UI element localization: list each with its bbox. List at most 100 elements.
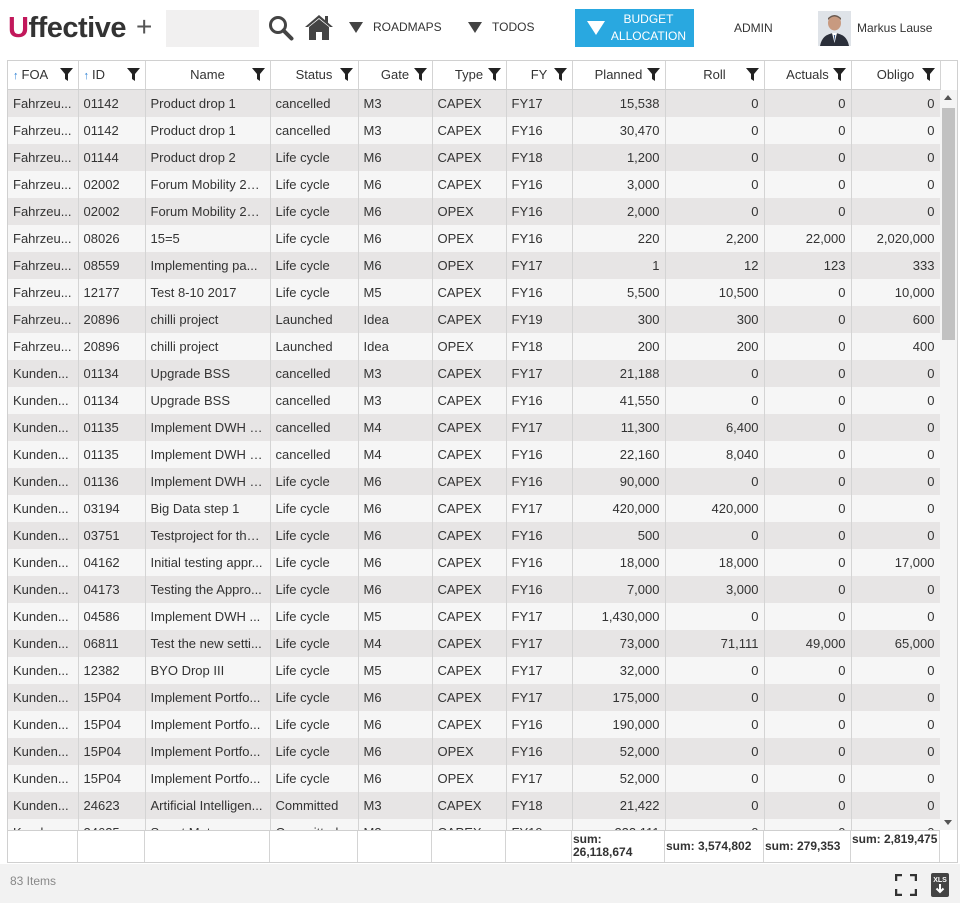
cell-gate[interactable]: Idea [358, 305, 433, 333]
column-header-foa[interactable]: ↑ FOA [8, 61, 79, 90]
table-row[interactable]: Fahrzeu... 01142 Product drop 1 cancelled M3… [8, 89, 941, 117]
cell-obligo[interactable]: 0 [851, 197, 941, 225]
cell-status[interactable]: cancelled [270, 386, 359, 414]
cell-status[interactable]: Life cycle [270, 170, 359, 198]
cell-actuals[interactable]: 0 [764, 305, 852, 333]
cell-actuals[interactable]: 0 [764, 818, 852, 830]
cell-name[interactable]: Implement Portfo... [145, 710, 271, 738]
cell-obligo[interactable]: 0 [851, 386, 941, 414]
cell-foa[interactable]: Kunden... [8, 413, 79, 441]
cell-status[interactable]: Life cycle [270, 521, 359, 549]
scroll-up-icon[interactable] [944, 95, 952, 100]
cell-planned[interactable]: 220 [572, 224, 666, 252]
table-row[interactable]: Kunden... 04173 Testing the Appro... Life c… [8, 575, 941, 603]
cell-status[interactable]: Life cycle [270, 710, 359, 738]
cell-gate[interactable]: M6 [358, 737, 433, 765]
table-row[interactable]: Kunden... 01135 Implement DWH s... cancelle… [8, 413, 941, 441]
cell-gate[interactable]: M6 [358, 170, 433, 198]
cell-gate[interactable]: M6 [358, 548, 433, 576]
cell-roll[interactable]: 3,000 [665, 575, 765, 603]
cell-actuals[interactable]: 0 [764, 575, 852, 603]
add-button[interactable]: + [136, 13, 152, 41]
cell-gate[interactable]: M6 [358, 467, 433, 495]
cell-gate[interactable]: M3 [358, 386, 433, 414]
cell-planned[interactable]: 52,000 [572, 737, 666, 765]
table-row[interactable]: Kunden... 01134 Upgrade BSS cancelled M3 CAPE… [8, 359, 941, 387]
cell-foa[interactable]: Kunden... [8, 467, 79, 495]
cell-fy[interactable]: FY18 [506, 143, 573, 171]
cell-fy[interactable]: FY17 [506, 764, 573, 792]
cell-foa[interactable]: Fahrzeu... [8, 143, 79, 171]
cell-foa[interactable]: Kunden... [8, 359, 79, 387]
cell-obligo[interactable]: 333 [851, 251, 941, 279]
cell-planned[interactable]: 3,000 [572, 170, 666, 198]
cell-roll[interactable]: 8,040 [665, 440, 765, 468]
cell-name[interactable]: Implement Portfo... [145, 737, 271, 765]
cell-planned[interactable]: 300 [572, 305, 666, 333]
cell-gate[interactable]: M3 [358, 116, 433, 144]
cell-gate[interactable]: M3 [358, 791, 433, 819]
cell-actuals[interactable]: 0 [764, 764, 852, 792]
user-name[interactable]: Markus Lause [857, 21, 932, 35]
cell-obligo[interactable]: 0 [851, 818, 941, 830]
cell-obligo[interactable]: 0 [851, 683, 941, 711]
avatar[interactable] [818, 11, 851, 46]
table-row[interactable]: Fahrzeu... 20896 chilli project Launched Ide… [8, 332, 941, 360]
cell-id[interactable]: 20896 [78, 305, 146, 333]
cell-name[interactable]: Forum Mobility 20... [145, 197, 271, 225]
filter-icon[interactable] [339, 68, 353, 81]
cell-status[interactable]: cancelled [270, 440, 359, 468]
cell-id[interactable]: 01134 [78, 386, 146, 414]
cell-id[interactable]: 20896 [78, 332, 146, 360]
cell-type[interactable]: CAPEX [432, 494, 507, 522]
cell-planned[interactable]: 21,188 [572, 359, 666, 387]
cell-foa[interactable]: Kunden... [8, 602, 79, 630]
cell-actuals[interactable]: 0 [764, 413, 852, 441]
cell-foa[interactable]: Kunden... [8, 683, 79, 711]
table-row[interactable]: Kunden... 03194 Big Data step 1 Life cycle M… [8, 494, 941, 522]
cell-type[interactable]: CAPEX [432, 440, 507, 468]
cell-obligo[interactable]: 0 [851, 143, 941, 171]
cell-actuals[interactable]: 0 [764, 116, 852, 144]
nav-budget-allocation[interactable]: BUDGET ALLOCATION [575, 9, 694, 47]
cell-status[interactable]: Life cycle [270, 683, 359, 711]
cell-actuals[interactable]: 49,000 [764, 629, 852, 657]
cell-type[interactable]: OPEX [432, 332, 507, 360]
cell-fy[interactable]: FY16 [506, 737, 573, 765]
cell-status[interactable]: Life cycle [270, 548, 359, 576]
cell-planned[interactable]: 175,000 [572, 683, 666, 711]
cell-type[interactable]: CAPEX [432, 116, 507, 144]
cell-actuals[interactable]: 0 [764, 656, 852, 684]
cell-gate[interactable]: M5 [358, 278, 433, 306]
table-row[interactable]: Kunden... 15P04 Implement Portfo... Life cy… [8, 710, 941, 738]
cell-foa[interactable]: Fahrzeu... [8, 224, 79, 252]
cell-planned[interactable]: 1,200 [572, 143, 666, 171]
cell-name[interactable]: Implement DWH s... [145, 467, 271, 495]
filter-icon[interactable] [126, 68, 140, 81]
cell-fy[interactable]: FY18 [506, 332, 573, 360]
table-row[interactable]: Fahrzeu... 12177 Test 8-10 2017 Life cycle M… [8, 278, 941, 306]
cell-type[interactable]: CAPEX [432, 656, 507, 684]
cell-name[interactable]: chilli project [145, 305, 271, 333]
cell-type[interactable]: CAPEX [432, 602, 507, 630]
table-row[interactable]: Kunden... 12382 BYO Drop III Life cycle M5 CA… [8, 656, 941, 684]
cell-status[interactable]: Life cycle [270, 224, 359, 252]
cell-roll[interactable]: 6,400 [665, 413, 765, 441]
filter-icon[interactable] [251, 68, 265, 81]
cell-planned[interactable]: 32,000 [572, 656, 666, 684]
cell-fy[interactable]: FY17 [506, 602, 573, 630]
cell-actuals[interactable]: 0 [764, 467, 852, 495]
cell-planned[interactable]: 2,000 [572, 197, 666, 225]
cell-status[interactable]: Life cycle [270, 278, 359, 306]
cell-obligo[interactable]: 0 [851, 170, 941, 198]
cell-foa[interactable]: Kunden... [8, 575, 79, 603]
cell-status[interactable]: Life cycle [270, 197, 359, 225]
cell-foa[interactable]: Kunden... [8, 710, 79, 738]
scroll-down-icon[interactable] [944, 820, 952, 825]
cell-name[interactable]: Testing the Appro... [145, 575, 271, 603]
cell-type[interactable]: CAPEX [432, 629, 507, 657]
cell-name[interactable]: Implement DWH ... [145, 602, 271, 630]
nav-roadmaps[interactable]: ROADMAPS [349, 20, 442, 34]
cell-name[interactable]: Artificial Intelligen... [145, 791, 271, 819]
cell-foa[interactable]: Fahrzeu... [8, 332, 79, 360]
